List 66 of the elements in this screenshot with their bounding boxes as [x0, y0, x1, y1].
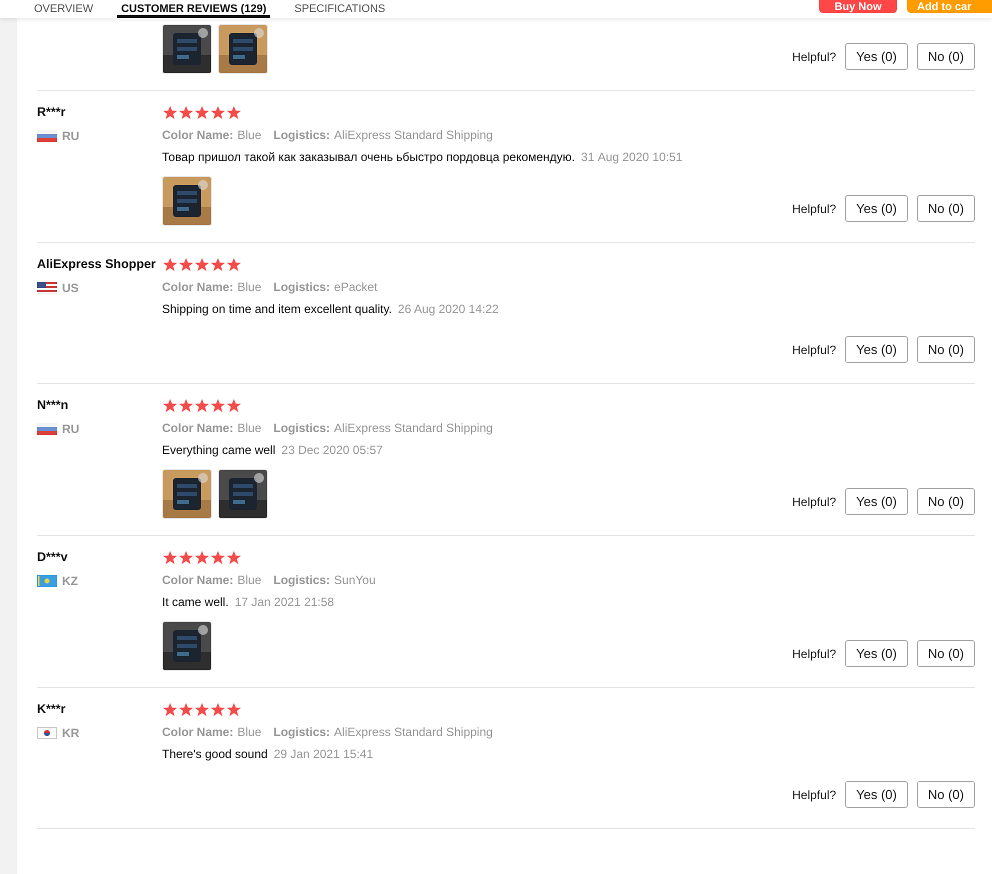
meta-label: Color Name: [162, 421, 234, 435]
review-date: 26 Aug 2020 14:22 [398, 302, 499, 316]
flag-icon [37, 727, 57, 739]
helpful-label: Helpful? [792, 342, 836, 356]
meta-label: Color Name: [162, 280, 234, 294]
meta-label: Logistics: [273, 128, 330, 142]
yes-button[interactable]: Yes (0) [845, 43, 908, 70]
tab[interactable]: OVERVIEW [30, 0, 98, 18]
no-button[interactable]: No (0) [916, 43, 975, 70]
meta-label: Color Name: [162, 725, 234, 739]
review-text: There's good sound [162, 747, 268, 761]
meta-value: Blue [237, 725, 262, 739]
yes-button[interactable]: Yes (0) [845, 336, 908, 363]
review-text: Товар пришол такой как заказывал очень ьбыстро пордовца рекомендую. [162, 150, 576, 164]
review-text: Everything came well [162, 443, 276, 457]
reviewer-name: D***v [37, 550, 69, 564]
meta-label: Logistics: [273, 280, 330, 294]
flag-icon [37, 423, 57, 435]
meta-value: Blue [237, 421, 262, 435]
meta-value: AliExpress Standard Shipping [334, 725, 493, 739]
helpful-label: Helpful? [792, 202, 836, 216]
review-date: 17 Jan 2021 21:58 [234, 595, 334, 609]
no-button[interactable]: No (0) [916, 488, 975, 515]
no-button[interactable]: No (0) [916, 640, 975, 667]
no-button[interactable]: No (0) [916, 781, 975, 808]
meta-label: Color Name: [162, 128, 234, 142]
tab[interactable]: CUSTOMER REVIEWS (129) [117, 0, 270, 18]
reviewer-name: AliExpress Shopper [37, 257, 157, 271]
meta-value: SunYou [334, 573, 376, 587]
meta-label: Color Name: [162, 573, 234, 587]
reviewer-name: K***r [37, 702, 66, 716]
meta-label: Logistics: [273, 421, 330, 435]
review-date: 23 Dec 2020 05:57 [281, 443, 383, 457]
helpful-label: Helpful? [792, 646, 836, 660]
country-code: US [62, 281, 79, 295]
flag-icon [37, 575, 57, 587]
review-text: Shipping on time and item excellent quality. [162, 302, 392, 316]
reviewer-name: R***r [37, 105, 66, 119]
country-code: RU [62, 422, 80, 436]
country-code: KZ [62, 574, 78, 588]
meta-value: Blue [237, 280, 262, 294]
meta-value: AliExpress Standard Shipping [334, 421, 493, 435]
country-code: KR [62, 726, 80, 740]
yes-button[interactable]: Yes (0) [845, 488, 908, 515]
yes-button[interactable]: Yes (0) [845, 781, 908, 808]
meta-value: Blue [237, 128, 262, 142]
meta-value: AliExpress Standard Shipping [334, 128, 493, 142]
review-date: 29 Jan 2021 15:41 [274, 747, 374, 761]
yes-button[interactable]: Yes (0) [845, 640, 908, 667]
reviewer-name: N***n [37, 398, 70, 412]
meta-value: ePacket [334, 280, 378, 294]
flag-icon [37, 282, 57, 294]
helpful-label: Helpful? [792, 494, 836, 508]
meta-label: Logistics: [273, 573, 330, 587]
no-button[interactable]: No (0) [916, 195, 975, 222]
flag-icon [37, 130, 57, 142]
meta-label: Logistics: [273, 725, 330, 739]
yes-button[interactable]: Yes (0) [845, 195, 908, 222]
review-date: 31 Aug 2020 10:51 [581, 150, 682, 164]
country-code: RU [62, 129, 80, 143]
helpful-label: Helpful? [792, 788, 836, 802]
no-button[interactable]: No (0) [916, 336, 975, 363]
tab[interactable]: SPECIFICATIONS [290, 0, 390, 18]
meta-value: Blue [237, 573, 262, 587]
review-text: It came well. [162, 595, 229, 609]
helpful-label: Helpful? [792, 50, 836, 64]
